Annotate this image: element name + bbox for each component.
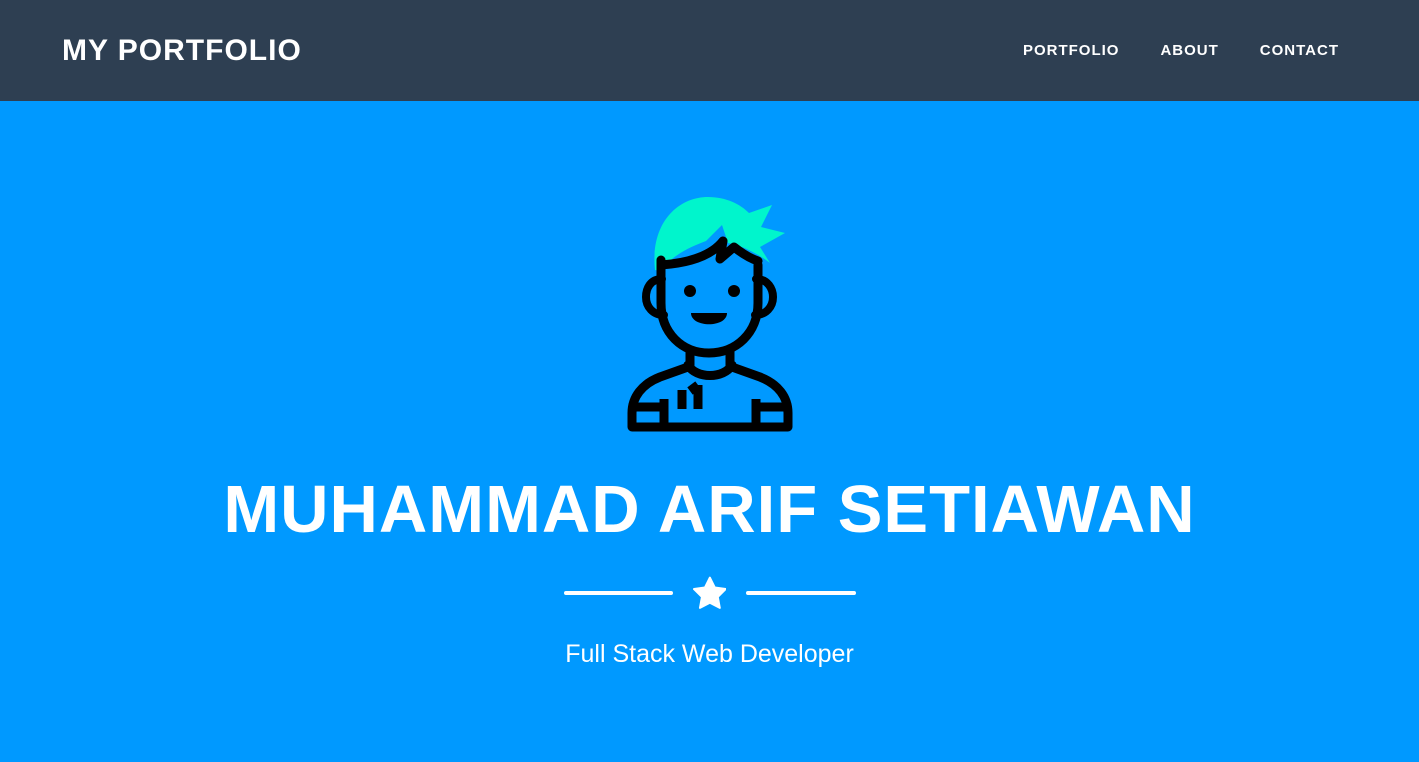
hero-section: MUHAMMAD ARIF SETIAWAN Full Stack Web De… [0,101,1419,762]
avatar-head [656,255,762,358]
nav-list: PORTFOLIO ABOUT CONTACT [1023,43,1339,58]
nav-item-about[interactable]: ABOUT [1160,43,1218,58]
star-divider [563,576,856,609]
divider-line-left [563,590,673,595]
star-icon [692,576,727,609]
nav-item-portfolio[interactable]: PORTFOLIO [1023,43,1120,58]
page-title: MUHAMMAD ARIF SETIAWAN [223,472,1196,547]
nav-item-contact[interactable]: CONTACT [1260,43,1339,58]
avatar-mouth [690,313,727,325]
avatar-shirt-number [677,381,702,409]
brand-logo[interactable]: MY PORTFOLIO [62,35,302,66]
avatar-eye-left [683,285,696,297]
site-header: MY PORTFOLIO PORTFOLIO ABOUT CONTACT [0,0,1419,101]
avatar-illustration-icon [620,185,800,435]
avatar-collar [683,360,736,380]
divider-line-right [746,590,856,595]
page-subtitle: Full Stack Web Developer [565,640,854,668]
avatar-eye-right [727,285,740,297]
main-navigation: PORTFOLIO ABOUT CONTACT [1023,43,1339,58]
